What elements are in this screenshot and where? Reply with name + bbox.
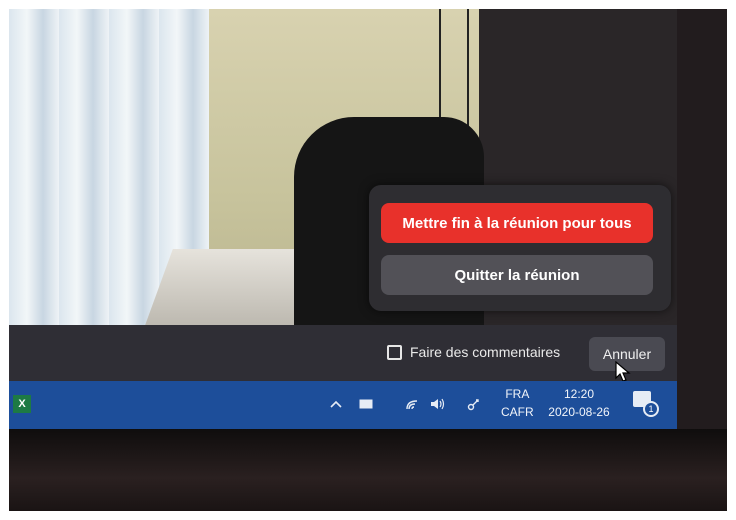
message-icon[interactable] bbox=[357, 395, 375, 413]
notification-center-icon[interactable]: 1 bbox=[633, 391, 659, 417]
wifi-icon[interactable] bbox=[403, 395, 421, 413]
language-code: FRA bbox=[505, 387, 530, 401]
keyboard-area bbox=[9, 429, 727, 511]
clock-time: 12:20 bbox=[563, 387, 595, 401]
end-meeting-popup: Mettre fin à la réunion pour tous Quitte… bbox=[369, 185, 671, 311]
feedback-checkbox[interactable] bbox=[387, 344, 402, 360]
network-icon[interactable] bbox=[465, 395, 483, 413]
background-cable bbox=[439, 9, 469, 129]
feedback-option[interactable]: Faire des commentaires bbox=[387, 341, 560, 363]
volume-icon[interactable] bbox=[429, 395, 447, 413]
photo-frame: Faire des commentaires Annuler Mettre fi… bbox=[9, 9, 727, 511]
end-meeting-for-all-button[interactable]: Mettre fin à la réunion pour tous bbox=[381, 203, 653, 243]
keyboard-layout: CAFR bbox=[501, 405, 534, 419]
taskbar-clock[interactable]: 12:20 2020-08-26 bbox=[543, 385, 615, 421]
feedback-label: Faire des commentaires bbox=[410, 344, 561, 360]
language-indicator[interactable]: FRA CAFR bbox=[501, 385, 534, 421]
mouse-cursor-icon bbox=[615, 361, 631, 382]
windows-taskbar: X FRA CAFR 12:20 2020-08-26 1 bbox=[9, 381, 677, 429]
leave-meeting-button[interactable]: Quitter la réunion bbox=[381, 255, 653, 295]
notification-count-badge: 1 bbox=[643, 401, 659, 417]
clock-date: 2020-08-26 bbox=[548, 405, 610, 419]
monitor-bezel-right bbox=[677, 9, 727, 429]
excel-icon[interactable]: X bbox=[13, 395, 31, 413]
chevron-up-icon[interactable] bbox=[327, 395, 345, 413]
